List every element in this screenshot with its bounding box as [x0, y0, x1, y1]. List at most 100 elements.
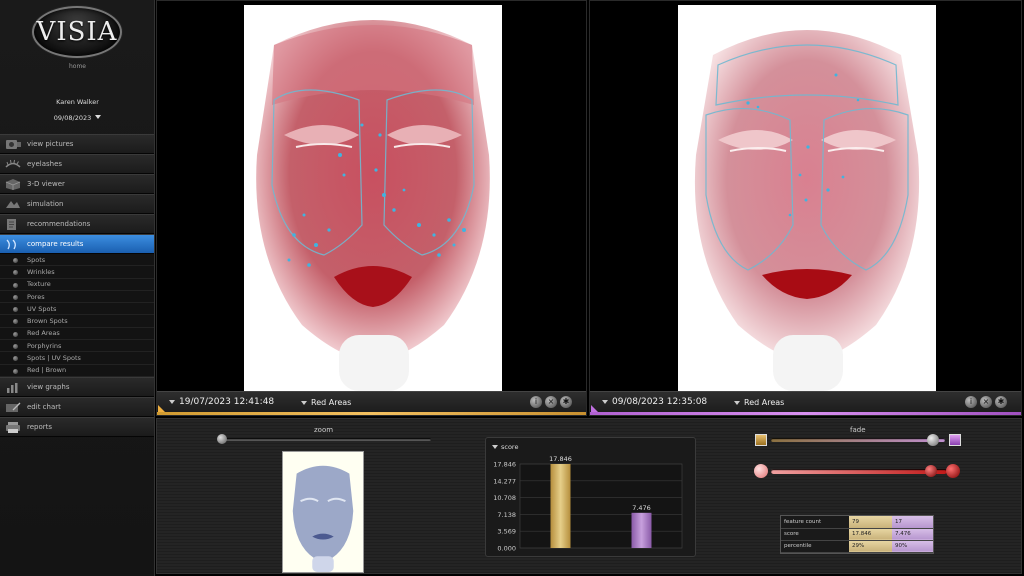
- stat-label: percentile: [781, 540, 849, 553]
- table-row: feature count 79 17: [781, 516, 933, 529]
- nav-label: simulation: [27, 200, 64, 208]
- y-tick-label: 0.000: [497, 545, 516, 553]
- info-icon[interactable]: i: [965, 396, 977, 408]
- list-item-label: Spots | UV Spots: [27, 354, 81, 363]
- face-image-before[interactable]: [244, 5, 502, 391]
- nav-edit-chart[interactable]: edit chart: [0, 396, 154, 417]
- stat-value-after: 17: [892, 516, 933, 529]
- stat-value-before: 29%: [849, 540, 892, 553]
- settings-icon[interactable]: ✱: [995, 396, 1007, 408]
- list-item-label: Spots: [27, 255, 46, 264]
- stat-label: feature count: [781, 516, 849, 529]
- left-mode-value: Red Areas: [311, 398, 352, 407]
- settings-icon[interactable]: ✱: [560, 396, 572, 408]
- red-intensity-min-button[interactable]: [754, 464, 768, 478]
- left-view-accent-bar: [157, 412, 586, 415]
- list-item[interactable]: UV Spots: [0, 303, 154, 316]
- nav-3d-viewer[interactable]: 3-D viewer: [0, 174, 154, 194]
- right-image-viewport: 09/08/2023 12:35:08 Red Areas i × ✱: [589, 0, 1022, 416]
- y-tick-label: 7.138: [497, 511, 516, 519]
- left-date-select[interactable]: 19/07/2023 12:41:48: [169, 397, 274, 407]
- bar-value-label: 17.846: [549, 455, 572, 463]
- red-intensity-slider-track[interactable]: [771, 469, 947, 474]
- right-mode-select[interactable]: Red Areas: [734, 398, 784, 407]
- bar-value-label: 7.476: [632, 504, 651, 512]
- nav-recommendations[interactable]: recommendations: [0, 214, 154, 234]
- chevron-down-icon: [301, 400, 307, 405]
- list-item-label: Red | Brown: [27, 366, 67, 375]
- eyelash-icon: [4, 158, 22, 171]
- close-icon[interactable]: ×: [980, 396, 992, 408]
- list-item[interactable]: Brown Spots: [0, 315, 154, 328]
- bar: [550, 464, 571, 548]
- radio-bullet-icon: [13, 344, 18, 350]
- list-item-label: Porphyrins: [27, 341, 62, 350]
- list-item[interactable]: Texture: [0, 279, 154, 291]
- nav-reports[interactable]: reports: [0, 416, 154, 437]
- face-photo-red-areas: [678, 5, 936, 391]
- camera-icon: [4, 138, 22, 151]
- list-item[interactable]: Pores: [0, 291, 154, 304]
- radio-bullet-icon: [13, 258, 18, 263]
- red-intensity-slider-handle[interactable]: [925, 465, 937, 477]
- red-intensity-max-button[interactable]: [946, 464, 960, 478]
- nav-menu: view pictures eyelashes 3-D viewer simul…: [0, 134, 154, 437]
- face-image-after[interactable]: [678, 5, 936, 391]
- list-item[interactable]: Spots | UV Spots: [0, 352, 154, 365]
- face-photo-red-areas: [244, 5, 502, 391]
- zoom-slider-track[interactable]: [217, 438, 431, 441]
- radio-bullet-icon: [13, 356, 18, 362]
- zoom-slider-handle[interactable]: [217, 434, 227, 444]
- score-chart-panel: score 0.000 3.569 7.138 10.708 14.277 17.846 1…: [485, 437, 696, 557]
- 3d-viewer-icon: [4, 178, 22, 191]
- left-date-value: 19/07/2023 12:41:48: [179, 397, 275, 407]
- nav-compare-results[interactable]: compare results: [0, 234, 154, 254]
- nav-view-pictures[interactable]: view pictures: [0, 134, 154, 154]
- list-item[interactable]: Porphyrins: [0, 340, 154, 353]
- fade-before-swatch[interactable]: [755, 434, 767, 446]
- nav-view-graphs[interactable]: view graphs: [0, 376, 154, 397]
- radio-bullet-icon: [13, 331, 18, 337]
- analysis-type-list: Spots Wrinkles Texture Pores UV Spots Br…: [0, 254, 154, 377]
- fade-slider-track[interactable]: [771, 438, 945, 442]
- right-view-color-marker: [591, 405, 598, 412]
- navigator-thumbnail[interactable]: [282, 451, 364, 573]
- stat-value-before: 79: [849, 516, 892, 529]
- info-icon[interactable]: i: [530, 396, 542, 408]
- home-link[interactable]: home: [0, 63, 155, 70]
- nav-simulation[interactable]: simulation: [0, 194, 154, 214]
- y-tick-label: 17.846: [493, 461, 516, 469]
- stat-label: score: [781, 528, 849, 541]
- list-item[interactable]: Spots: [0, 254, 154, 267]
- chevron-down-icon: [169, 400, 175, 404]
- fade-slider-handle[interactable]: [927, 434, 939, 446]
- edit-chart-icon: [4, 401, 22, 414]
- left-view-color-marker: [158, 405, 165, 412]
- list-item[interactable]: Red | Brown: [0, 365, 154, 377]
- close-icon[interactable]: ×: [545, 396, 557, 408]
- left-image-viewport: 19/07/2023 12:41:48 Red Areas i × ✱: [156, 0, 587, 416]
- score-bar-chart: 0.000 3.569 7.138 10.708 14.277 17.846 17.846 7…: [493, 455, 683, 553]
- nav-label: 3-D viewer: [27, 180, 65, 188]
- chevron-down-icon: [95, 115, 102, 119]
- nav-eyelashes[interactable]: eyelashes: [0, 154, 154, 174]
- nav-label: edit chart: [27, 402, 61, 411]
- patient-name: Karen Walker: [56, 98, 99, 106]
- radio-bullet-icon: [13, 270, 18, 276]
- nav-label: reports: [27, 422, 53, 431]
- list-item-label: Red Areas: [27, 329, 60, 338]
- radio-bullet-icon: [13, 294, 18, 300]
- left-mode-select[interactable]: Red Areas: [301, 398, 351, 407]
- visia-logo[interactable]: VISIA: [32, 6, 122, 58]
- fade-after-swatch[interactable]: [949, 434, 961, 446]
- right-date-select[interactable]: 09/08/2023 12:35:08: [602, 397, 707, 407]
- list-item-label: Wrinkles: [27, 267, 55, 276]
- y-tick-label: 14.277: [493, 477, 516, 485]
- list-item[interactable]: Red Areas: [0, 328, 154, 341]
- nav-label: view graphs: [27, 382, 70, 391]
- list-item[interactable]: Wrinkles: [0, 266, 154, 279]
- patient-date-select[interactable]: 09/08/2023: [0, 114, 155, 122]
- stat-value-after: 7.476: [892, 528, 933, 541]
- bottom-control-panel: zoom score 0.000 3.569 7.138 10.708 14.277 17…: [156, 418, 1022, 574]
- zoom-label: zoom: [314, 426, 334, 434]
